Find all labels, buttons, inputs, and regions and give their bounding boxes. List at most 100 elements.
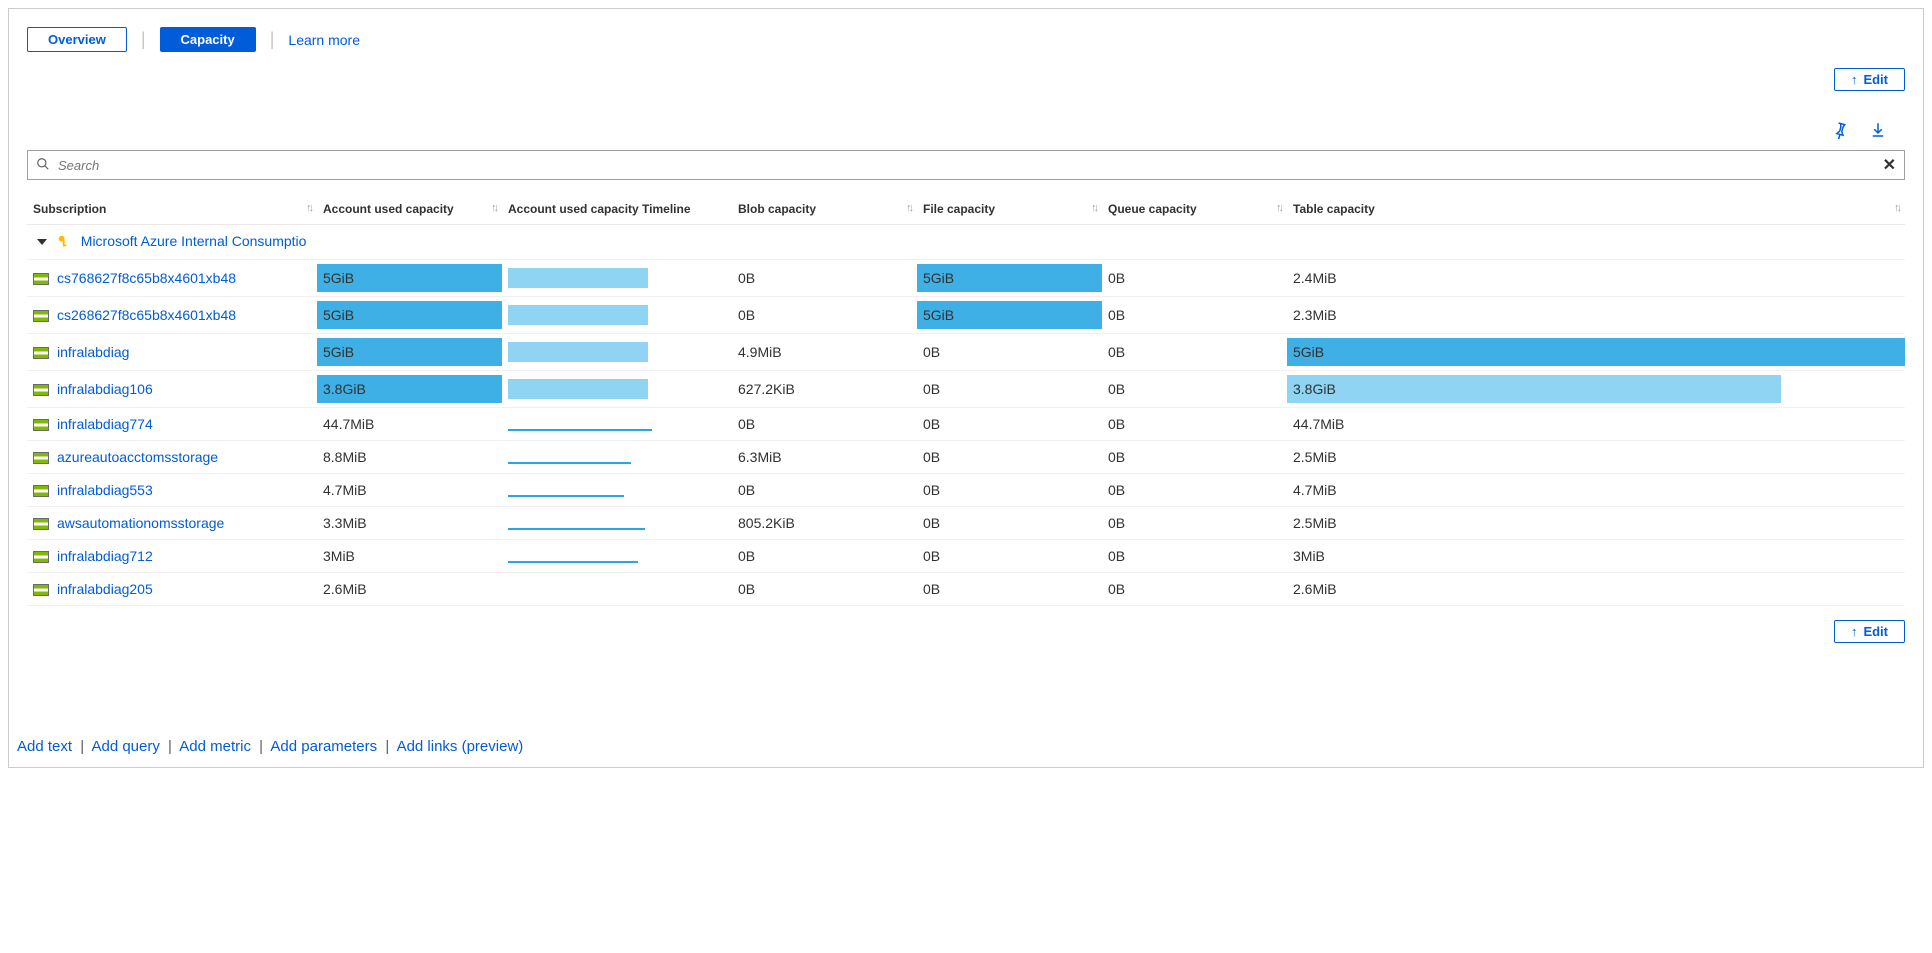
table-capacity-bar	[1287, 338, 1905, 366]
sort-icon: ↑↓	[1894, 202, 1899, 214]
search-input[interactable]	[58, 158, 1883, 173]
storage-account-icon	[33, 452, 49, 464]
add-text-link[interactable]: Add text	[17, 738, 72, 755]
timeline-bar	[508, 268, 648, 288]
timeline-bar	[508, 342, 648, 362]
table-capacity-value: 2.5MiB	[1293, 449, 1337, 465]
add-query-link[interactable]: Add query	[91, 738, 159, 755]
table-row: infralabdiag1063.8GiB627.2KiB0B0B3.8GiB	[27, 370, 1905, 407]
blob-capacity-value: 4.9MiB	[738, 344, 782, 360]
tab-separator: |	[141, 29, 146, 50]
storage-account-link[interactable]: cs268627f8c65b8x4601xb48	[57, 307, 236, 323]
storage-account-icon	[33, 347, 49, 359]
caret-down-icon	[37, 239, 47, 245]
table-row: infralabdiag77444.7MiB0B0B0B44.7MiB	[27, 407, 1905, 440]
sort-icon: ↑↓	[906, 202, 911, 214]
tab-capacity[interactable]: Capacity	[160, 27, 256, 52]
tab-overview[interactable]: Overview	[27, 27, 127, 52]
storage-account-icon	[33, 485, 49, 497]
learn-more-link[interactable]: Learn more	[288, 32, 360, 48]
capacity-table: Subscription↑↓ Account used capacity↑↓ A…	[27, 194, 1905, 606]
table-row: infralabdiag5534.7MiB0B0B0B4.7MiB	[27, 473, 1905, 506]
edit-label: Edit	[1863, 72, 1888, 87]
timeline-sparkline	[508, 516, 645, 530]
col-subscription[interactable]: Subscription↑↓	[27, 194, 317, 225]
add-metric-link[interactable]: Add metric	[179, 738, 251, 755]
file-capacity-value: 5GiB	[923, 270, 954, 286]
storage-account-link[interactable]: infralabdiag106	[57, 381, 153, 397]
key-icon	[57, 234, 71, 251]
sort-icon: ↑↓	[306, 202, 311, 214]
clear-search-icon[interactable]: ✕	[1883, 155, 1896, 175]
table-capacity-value: 4.7MiB	[1293, 482, 1337, 498]
queue-capacity-value: 0B	[1108, 482, 1125, 498]
pin-icon[interactable]	[1831, 121, 1849, 142]
queue-capacity-value: 0B	[1108, 344, 1125, 360]
table-capacity-value: 5GiB	[1293, 344, 1324, 360]
table-row: infralabdiag205 2.6MiB 0B 0B 0B 2.6MiB	[27, 572, 1905, 605]
file-capacity-value: 0B	[923, 548, 940, 564]
file-capacity-value: 0B	[923, 449, 940, 465]
table-row: cs268627f8c65b8x4601xb485GiB0B5GiB0B2.3M…	[27, 296, 1905, 333]
subscription-group-row[interactable]: Microsoft Azure Internal Consumptio	[27, 225, 1905, 260]
blob-capacity-value: 0B	[738, 270, 755, 286]
edit-button-top[interactable]: ↑ Edit	[1834, 68, 1905, 91]
file-capacity-value: 0B	[923, 581, 940, 597]
table-capacity-value: 2.6MiB	[1293, 581, 1337, 597]
table-row: awsautomationomsstorage3.3MiB805.2KiB0B0…	[27, 506, 1905, 539]
used-capacity-value: 5GiB	[323, 270, 354, 286]
storage-account-icon	[33, 551, 49, 563]
queue-capacity-value: 0B	[1108, 449, 1125, 465]
add-parameters-link[interactable]: Add parameters	[270, 738, 377, 755]
storage-account-icon	[33, 419, 49, 431]
used-capacity-value: 44.7MiB	[323, 416, 374, 432]
edit-button-bottom[interactable]: ↑ Edit	[1834, 620, 1905, 643]
timeline-sparkline	[508, 549, 638, 563]
storage-account-link[interactable]: infralabdiag712	[57, 548, 153, 564]
used-capacity-value: 5GiB	[323, 307, 354, 323]
col-file[interactable]: File capacity↑↓	[917, 194, 1102, 225]
timeline-bar	[508, 379, 648, 399]
storage-account-link[interactable]: infralabdiag205	[57, 581, 153, 597]
col-queue[interactable]: Queue capacity↑↓	[1102, 194, 1287, 225]
storage-account-link[interactable]: azureautoacctomsstorage	[57, 449, 218, 465]
storage-account-icon	[33, 273, 49, 285]
sort-icon: ↑↓	[491, 202, 496, 214]
download-icon[interactable]	[1869, 121, 1887, 142]
col-used-capacity[interactable]: Account used capacity↑↓	[317, 194, 502, 225]
blob-capacity-value: 0B	[738, 482, 755, 498]
blob-capacity-value: 0B	[738, 307, 755, 323]
used-capacity-value: 2.6MiB	[323, 581, 367, 597]
storage-account-link[interactable]: cs768627f8c65b8x4601xb48	[57, 270, 236, 286]
add-links-link[interactable]: Add links (preview)	[397, 738, 524, 755]
search-input-wrap[interactable]: ✕	[27, 150, 1905, 180]
table-row: cs768627f8c65b8x4601xb48 5GiB 0B 5GiB 0B 2.4M…	[27, 259, 1905, 296]
queue-capacity-value: 0B	[1108, 270, 1125, 286]
tab-separator: |	[270, 29, 275, 50]
file-capacity-value: 0B	[923, 416, 940, 432]
table-capacity-value: 2.4MiB	[1293, 270, 1337, 286]
storage-account-icon	[33, 310, 49, 322]
timeline-sparkline	[508, 417, 652, 431]
queue-capacity-value: 0B	[1108, 581, 1125, 597]
col-timeline[interactable]: Account used capacity Timeline	[502, 194, 732, 225]
table-capacity-value: 44.7MiB	[1293, 416, 1344, 432]
storage-account-link[interactable]: infralabdiag553	[57, 482, 153, 498]
storage-account-link[interactable]: awsautomationomsstorage	[57, 515, 224, 531]
queue-capacity-value: 0B	[1108, 548, 1125, 564]
queue-capacity-value: 0B	[1108, 381, 1125, 397]
used-capacity-value: 3.8GiB	[323, 381, 366, 397]
sort-icon: ↑↓	[1276, 202, 1281, 214]
used-capacity-value: 8.8MiB	[323, 449, 367, 465]
col-table[interactable]: Table capacity↑↓	[1287, 194, 1905, 225]
storage-account-icon	[33, 584, 49, 596]
storage-account-link[interactable]: infralabdiag774	[57, 416, 153, 432]
col-blob[interactable]: Blob capacity↑↓	[732, 194, 917, 225]
sort-icon: ↑↓	[1091, 202, 1096, 214]
table-capacity-value: 3.8GiB	[1293, 381, 1336, 397]
subscription-group-label: Microsoft Azure Internal Consumptio	[81, 233, 307, 249]
table-capacity-value: 3MiB	[1293, 548, 1325, 564]
blob-capacity-value: 0B	[738, 581, 755, 597]
storage-account-link[interactable]: infralabdiag	[57, 344, 129, 360]
timeline-sparkline	[508, 450, 631, 464]
